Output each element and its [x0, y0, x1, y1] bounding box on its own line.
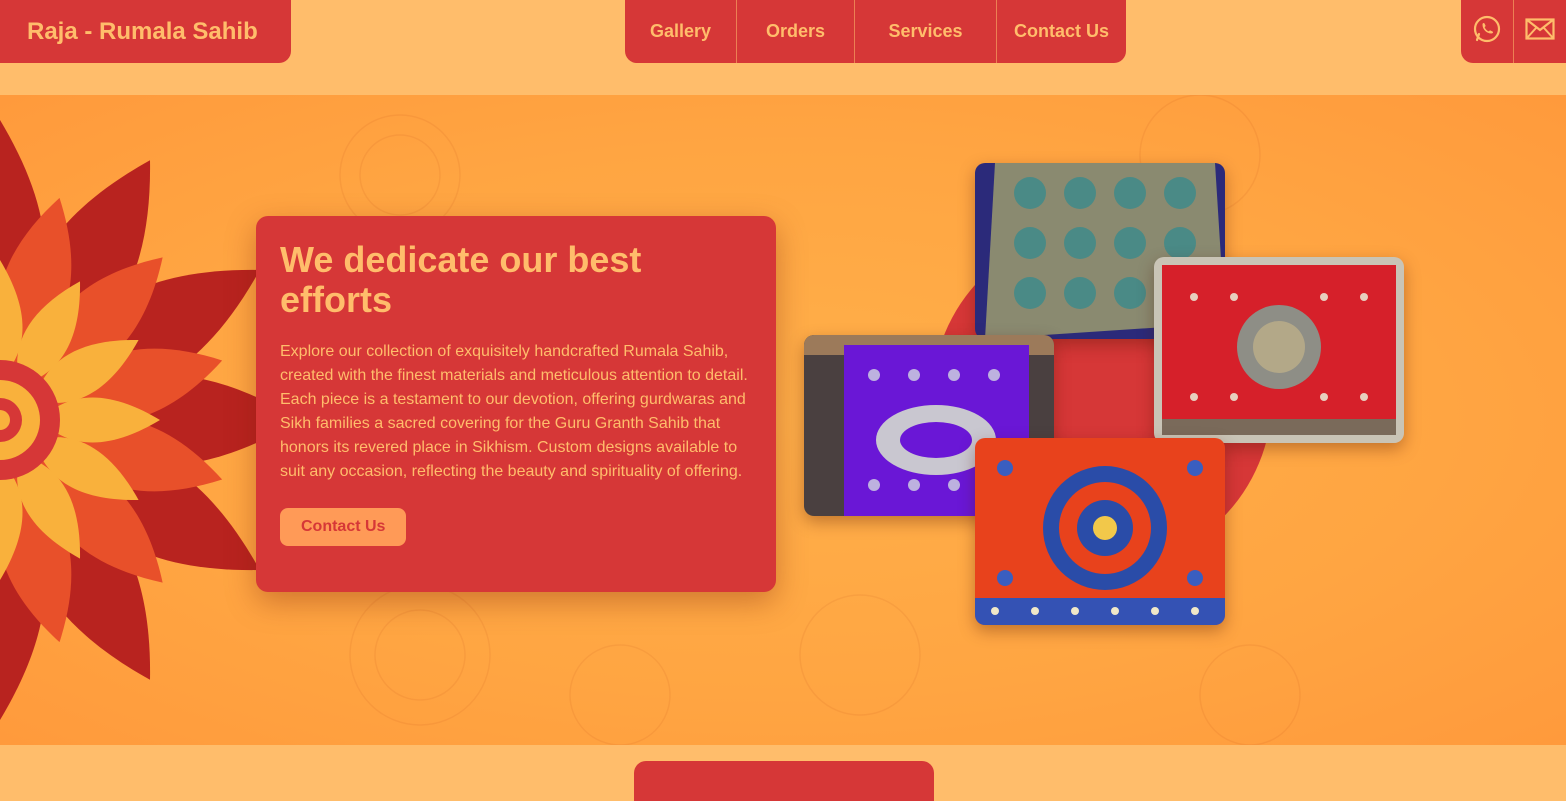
- rumala-photo-orange[interactable]: [975, 438, 1225, 625]
- brand-logo[interactable]: Raja - Rumala Sahib: [0, 0, 291, 63]
- hero-section: We dedicate our best efforts Explore our…: [0, 95, 1566, 745]
- nav-orders[interactable]: Orders: [737, 0, 855, 63]
- top-bar: Raja - Rumala Sahib Gallery Orders Servi…: [0, 0, 1566, 95]
- brand-name: Raja - Rumala Sahib: [27, 17, 258, 45]
- nav-gallery[interactable]: Gallery: [625, 0, 737, 63]
- nav-services[interactable]: Services: [855, 0, 997, 63]
- mail-icon: [1525, 18, 1555, 45]
- contact-icons: [1461, 0, 1566, 63]
- whatsapp-icon: [1472, 14, 1502, 49]
- contact-us-button[interactable]: Contact Us: [280, 508, 407, 546]
- whatsapp-button[interactable]: [1461, 0, 1514, 63]
- hero-description: Explore our collection of exquisitely ha…: [280, 343, 748, 480]
- main-nav: Gallery Orders Services Contact Us: [625, 0, 1126, 63]
- email-button[interactable]: [1514, 0, 1566, 63]
- next-section-tab: [634, 761, 934, 801]
- rumala-photo-red[interactable]: [1154, 257, 1404, 443]
- nav-contact-us[interactable]: Contact Us: [997, 0, 1126, 63]
- hero-title: We dedicate our best efforts: [280, 239, 642, 320]
- hero-card: We dedicate our best efforts Explore our…: [256, 216, 776, 592]
